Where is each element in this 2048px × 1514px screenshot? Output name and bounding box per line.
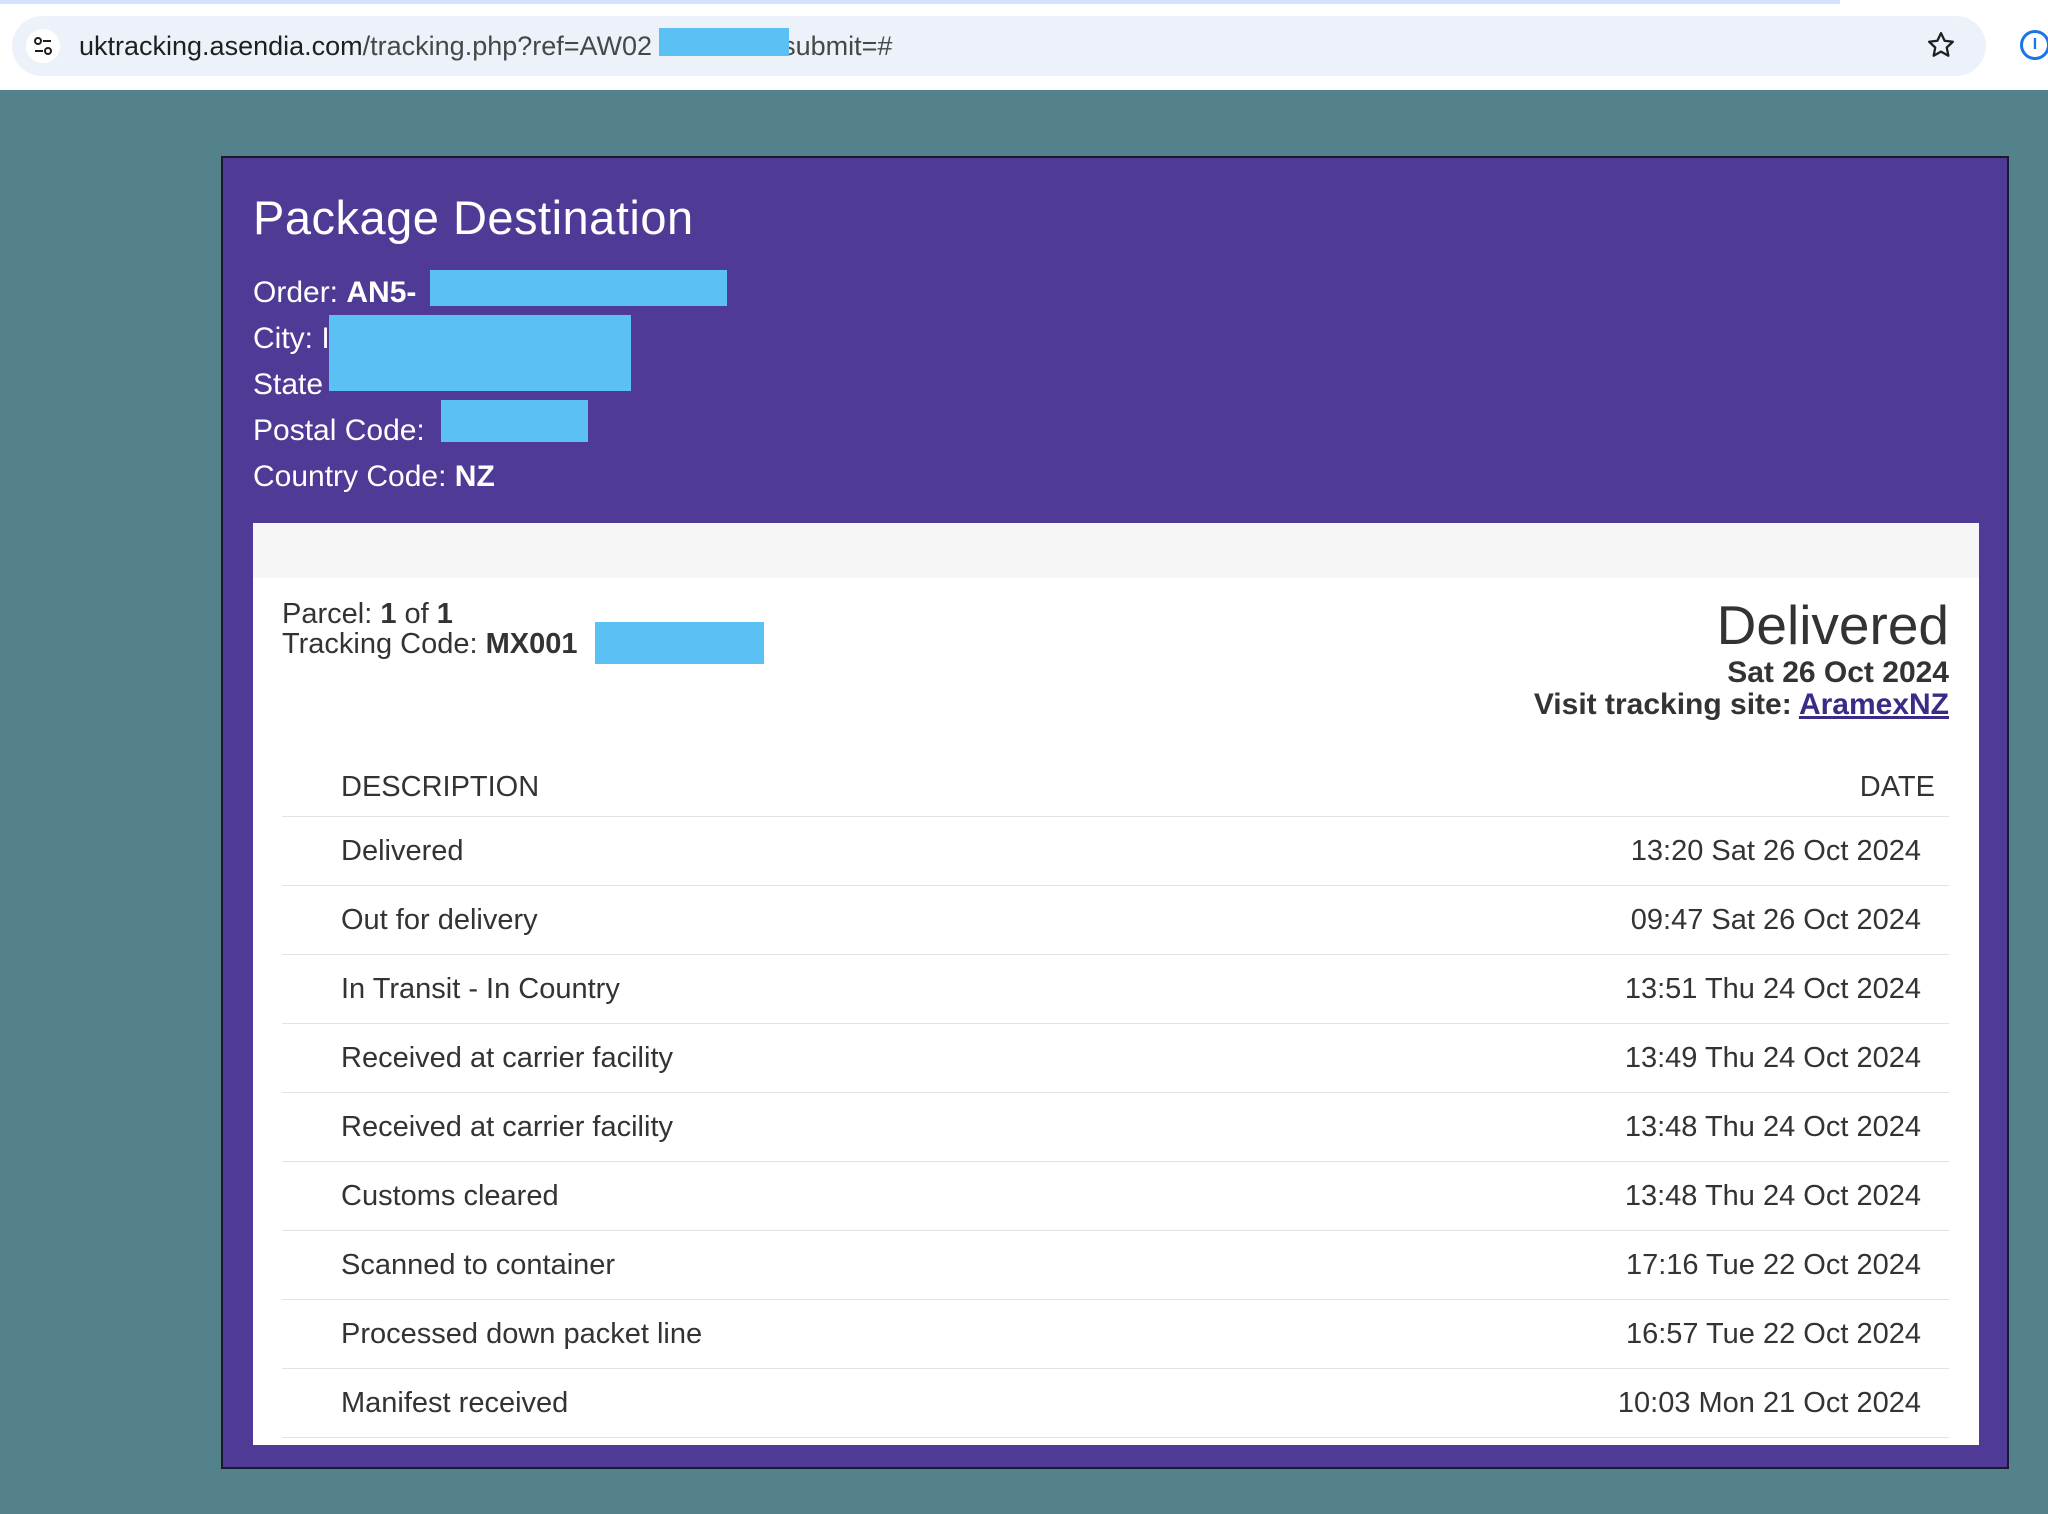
postal-label: Postal Code: [253,414,425,447]
package-destination-card: Package Destination Order: AN5- City: I … [221,156,2009,1469]
parcel-count-line: Parcel: 1 of 1 [282,599,578,629]
url-path: /tracking.php?ref=AW02 [362,31,653,61]
visit-tracking-line: Visit tracking site: AramexNZ [1534,689,1949,721]
country-value: NZ [454,460,495,493]
description-column-header: DESCRIPTION [341,771,540,803]
url-tail: submit=# [782,31,893,61]
tracking-redaction [595,622,764,664]
event-date: 13:20 Sat 26 Oct 2024 [1630,835,1921,867]
tracking-label: Tracking Code: [282,628,478,660]
tab-strip-edge [0,0,1840,4]
state-label: State [253,368,324,401]
carrier-tracking-link[interactable]: AramexNZ [1799,688,1949,721]
event-date: 13:49 Thu 24 Oct 2024 [1624,1042,1921,1074]
event-description: Manifest received [341,1387,569,1419]
parcel-index: 1 [380,598,397,630]
event-date: 13:51 Thu 24 Oct 2024 [1624,973,1921,1005]
city-state-redaction [329,315,631,391]
visit-label: Visit tracking site: [1533,688,1792,721]
event-date: 09:47 Sat 26 Oct 2024 [1630,904,1921,936]
event-description: Scanned to container [341,1249,616,1281]
order-redaction [430,270,727,306]
bookmark-star-icon[interactable] [1926,30,1956,60]
table-row: Customs cleared 13:48 Thu 24 Oct 2024 [282,1162,1949,1231]
tracking-code-line: Tracking Code: MX001 [282,629,578,659]
parcel-label: Parcel: [282,598,373,630]
table-row: Processed down packet line 16:57 Tue 22 … [282,1300,1949,1369]
country-label: Country Code: [253,460,447,493]
table-row: Manifest received 10:03 Mon 21 Oct 2024 [282,1369,1949,1438]
status-text: Delivered [1716,594,1949,656]
status-date: Sat 26 Oct 2024 [1727,656,1949,689]
page-title: Package Destination [253,191,694,244]
browser-toolbar: uktracking.asendia.com/tracking.php?ref=… [0,0,2048,90]
event-description: Received at carrier facility [341,1111,673,1143]
parcel-total: 1 [436,598,453,630]
event-date: 13:48 Thu 24 Oct 2024 [1624,1180,1921,1212]
parcel-of: of [404,598,429,630]
event-date: 16:57 Tue 22 Oct 2024 [1625,1318,1921,1350]
table-row: In Transit - In Country 13:51 Thu 24 Oct… [282,955,1949,1024]
table-header: DESCRIPTION DATE [282,763,1949,817]
event-description: Received at carrier facility [341,1042,673,1074]
panel-header-band [253,523,1979,578]
event-date: 10:03 Mon 21 Oct 2024 [1617,1387,1921,1419]
event-description: Out for delivery [341,904,538,936]
city-label: City: [253,322,313,355]
parcel-panel: Parcel: 1 of 1 Tracking Code: MX001 Deli… [253,523,1979,1445]
event-description: Customs cleared [341,1180,559,1212]
postal-redaction [441,400,588,442]
table-row: Delivered 13:20 Sat 26 Oct 2024 [282,817,1949,886]
tracking-value: MX001 [485,628,578,660]
event-date: 13:48 Thu 24 Oct 2024 [1624,1111,1921,1143]
parcel-meta: Parcel: 1 of 1 Tracking Code: MX001 [282,599,578,659]
event-description: Processed down packet line [341,1318,703,1350]
tracking-events-table: DESCRIPTION DATE Delivered 13:20 Sat 26 … [282,763,1949,1438]
order-value: AN5- [346,276,417,309]
table-row: Received at carrier facility 13:49 Thu 2… [282,1024,1949,1093]
table-row: Received at carrier facility 13:48 Thu 2… [282,1093,1949,1162]
delivery-status: Delivered Sat 26 Oct 2024 Visit tracking… [1534,593,1949,721]
table-row: Out for delivery 09:47 Sat 26 Oct 2024 [282,886,1949,955]
event-description: Delivered [341,835,464,867]
password-manager-icon[interactable]: I [2020,30,2048,60]
event-description: In Transit - In Country [341,973,620,1005]
event-date: 17:16 Tue 22 Oct 2024 [1625,1249,1921,1281]
site-info-icon[interactable] [26,29,60,63]
table-row: Scanned to container 17:16 Tue 22 Oct 20… [282,1231,1949,1300]
date-column-header: DATE [1859,771,1935,803]
url-redaction [659,28,789,56]
address-bar[interactable]: uktracking.asendia.com/tracking.php?ref=… [12,16,1986,76]
url-host: uktracking.asendia.com [79,31,363,61]
country-line: Country Code: NZ [253,454,495,500]
order-label: Order: [253,276,339,309]
